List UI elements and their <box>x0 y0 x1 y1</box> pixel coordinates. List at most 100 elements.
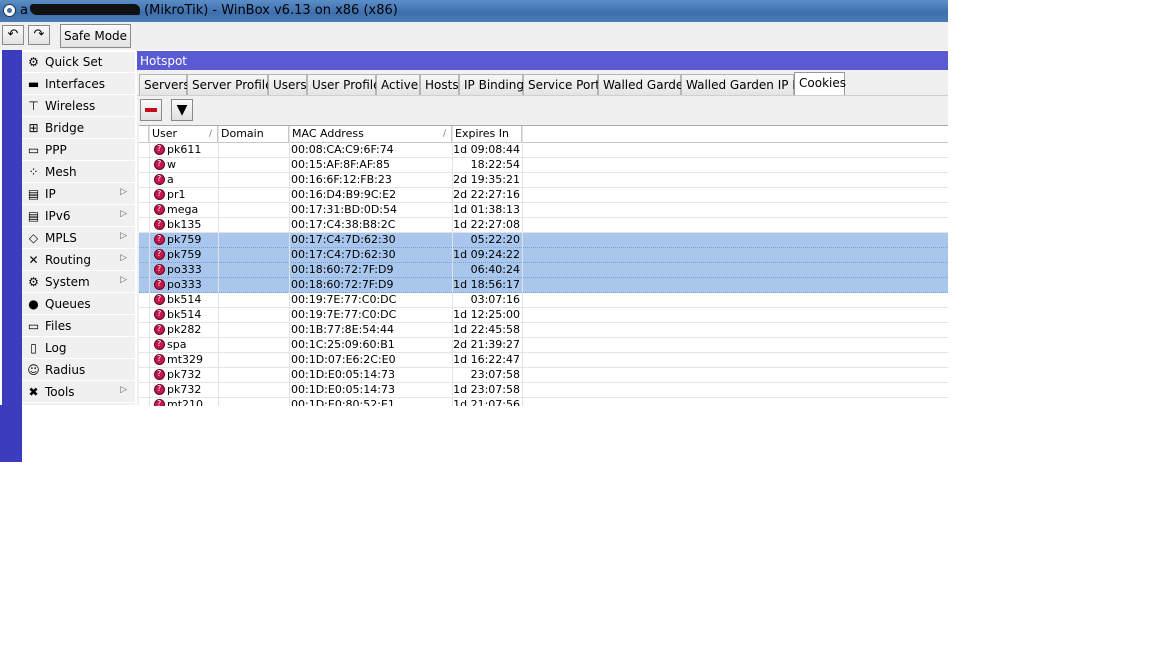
sort-indicator-icon: / <box>442 129 446 139</box>
menu-item-radius[interactable]: ☺ Radius <box>22 360 135 381</box>
menu-item-interfaces[interactable]: ▬ Interfaces <box>22 74 135 95</box>
menu-item-bridge[interactable]: ⊞ Bridge <box>22 118 135 139</box>
cell-domain <box>218 263 288 278</box>
mpls-icon: ◇ <box>28 231 39 245</box>
bridge-icon: ⊞ <box>28 121 39 135</box>
menu-item-queues[interactable]: ● Queues <box>22 294 135 315</box>
cell-domain <box>218 293 288 308</box>
table-row[interactable]: mt210 00:1D:E0:80:52:E1 1d 21:07:56 <box>139 397 948 406</box>
menu-item-log[interactable]: ▯ Log <box>22 338 135 359</box>
tab-server-profiles[interactable]: Server Profiles <box>187 74 279 95</box>
table-row[interactable]: po333 00:18:60:72:7F:D9 1d 18:56:17 <box>139 277 948 293</box>
cell-mac-address: 00:15:AF:8F:AF:85 <box>291 158 390 171</box>
menu-item-ppp[interactable]: ▭ PPP <box>22 140 135 161</box>
winbox-logo-icon <box>3 4 16 17</box>
filter-button[interactable]: ▼ <box>171 99 193 121</box>
cell-domain <box>218 353 288 368</box>
column-header-user[interactable]: User / <box>149 126 218 142</box>
cookie-icon <box>154 202 165 216</box>
cell-expires-in: 1d 01:38:13 <box>453 203 520 216</box>
table-row[interactable]: pk759 00:17:C4:7D:62:30 05:22:20 <box>139 232 948 248</box>
table-row[interactable]: pk611 00:08:CA:C9:6F:74 1d 09:08:44 <box>139 142 948 158</box>
submenu-arrow-icon: ▷ <box>120 253 127 263</box>
tab-service-ports[interactable]: Service Ports <box>523 74 606 95</box>
tab-ip-bindings[interactable]: IP Bindings <box>459 74 530 95</box>
submenu-arrow-icon: ▷ <box>120 187 127 197</box>
tab-users[interactable]: Users <box>268 74 307 95</box>
tab-user-profiles[interactable]: User Profiles <box>307 74 387 95</box>
table-row[interactable]: pr1 00:16:D4:B9:9C:E2 2d 22:27:16 <box>139 187 948 203</box>
menu-item-files[interactable]: ▭ Files <box>22 316 135 337</box>
table-row[interactable]: bk514 00:19:7E:77:C0:DC 03:07:16 <box>139 292 948 308</box>
table-row[interactable]: spa 00:1C:25:09:60:B1 2d 21:39:27 <box>139 337 948 353</box>
cell-expires-in: 1d 18:56:17 <box>453 278 520 291</box>
cookie-icon <box>154 352 165 366</box>
menu-item-mesh[interactable]: ⁘ Mesh <box>22 162 135 183</box>
table-row[interactable]: a 00:16:6F:12:FB:23 2d 19:35:21 <box>139 172 948 188</box>
cell-expires-in: 18:22:54 <box>470 158 520 171</box>
cell-domain <box>218 233 288 248</box>
undo-button[interactable]: ↶ <box>2 25 24 45</box>
column-header-mac-address[interactable]: MAC Address / <box>289 126 452 142</box>
cell-expires-in: 2d 21:39:27 <box>453 338 520 351</box>
menu-item-wireless[interactable]: ⊤ Wireless <box>22 96 135 117</box>
menu-item-label: Routing <box>45 253 92 267</box>
menu-item-ip[interactable]: ▤ IP ▷ <box>22 184 135 205</box>
tab-active[interactable]: Active <box>376 74 420 95</box>
table-row[interactable]: bk514 00:19:7E:77:C0:DC 1d 12:25:00 <box>139 307 948 323</box>
table-row[interactable]: pk282 00:1B:77:8E:54:44 1d 22:45:58 <box>139 322 948 338</box>
table-row[interactable]: pk759 00:17:C4:7D:62:30 1d 09:24:22 <box>139 247 948 263</box>
cell-domain <box>218 248 288 263</box>
user-value: mt210 <box>167 398 204 406</box>
table-row[interactable]: mt329 00:1D:07:E6:2C:E0 1d 16:22:47 <box>139 352 948 368</box>
cell-mac-address: 00:1B:77:8E:54:44 <box>291 323 395 336</box>
menu-item-routing[interactable]: ✕ Routing ▷ <box>22 250 135 271</box>
wireless-icon: ⊤ <box>28 99 39 113</box>
cookie-icon <box>154 367 165 381</box>
column-header-expires-in[interactable]: Expires In <box>452 126 522 142</box>
ppp-icon: ▭ <box>27 143 40 157</box>
menu-item-label: Radius <box>45 363 86 377</box>
table-row[interactable]: bk135 00:17:C4:38:B8:2C 1d 22:27:08 <box>139 217 948 233</box>
tab-walled-garden[interactable]: Walled Garden <box>598 74 691 95</box>
menu-item-ipv6[interactable]: ▤ IPv6 ▷ <box>22 206 135 227</box>
log-icon: ▯ <box>30 341 37 355</box>
hotspot-window-title[interactable]: Hotspot <box>137 51 948 70</box>
column-header-domain[interactable]: Domain <box>218 126 289 142</box>
cell-domain <box>218 278 288 293</box>
tab-walled-garden-ip-list[interactable]: Walled Garden IP List <box>681 74 813 95</box>
interfaces-icon: ▬ <box>27 77 40 91</box>
menu-item-tools[interactable]: ✖ Tools ▷ <box>22 382 135 403</box>
cell-domain <box>218 383 288 398</box>
menu-item-mpls[interactable]: ◇ MPLS ▷ <box>22 228 135 249</box>
cell-expires-in: 1d 23:07:58 <box>453 383 520 396</box>
system-icon: ⚙ <box>28 275 39 289</box>
cell-mac-address: 00:17:C4:7D:62:30 <box>291 233 396 246</box>
cookie-icon <box>154 247 165 261</box>
menu-item-quick-set[interactable]: ⚙ Quick Set <box>22 52 135 73</box>
cell-expires-in: 1d 22:45:58 <box>453 323 520 336</box>
window-title: a (MikroTik) - WinBox v6.13 on x86 (x86) <box>20 3 398 18</box>
table-row[interactable]: po333 00:18:60:72:7F:D9 06:40:24 <box>139 262 948 278</box>
column-separator <box>452 126 453 406</box>
user-value: w <box>167 158 176 171</box>
menu-item-system[interactable]: ⚙ System ▷ <box>22 272 135 293</box>
redo-button[interactable]: ↷ <box>28 25 50 45</box>
column-separator <box>218 126 219 406</box>
cookie-icon <box>154 307 165 321</box>
table-row[interactable]: pk732 00:1D:E0:05:14:73 23:07:58 <box>139 367 948 383</box>
menu-item-label: Interfaces <box>45 77 105 91</box>
remove-button[interactable] <box>140 99 162 121</box>
table-row[interactable]: mega 00:17:31:BD:0D:54 1d 01:38:13 <box>139 202 948 218</box>
tab-hosts[interactable]: Hosts <box>420 74 459 95</box>
table-row[interactable]: pk732 00:1D:E0:05:14:73 1d 23:07:58 <box>139 382 948 398</box>
winbox-side-strip <box>2 50 22 462</box>
safe-mode-button[interactable]: Safe Mode <box>60 24 131 48</box>
table-row[interactable]: w 00:15:AF:8F:AF:85 18:22:54 <box>139 157 948 173</box>
tab-cookies[interactable]: Cookies <box>794 72 846 96</box>
redacted-block <box>29 4 140 15</box>
tab-servers[interactable]: Servers <box>139 74 190 95</box>
cell-domain <box>218 368 288 383</box>
menu-item-label: Mesh <box>45 165 77 179</box>
submenu-arrow-icon: ▷ <box>120 209 127 219</box>
